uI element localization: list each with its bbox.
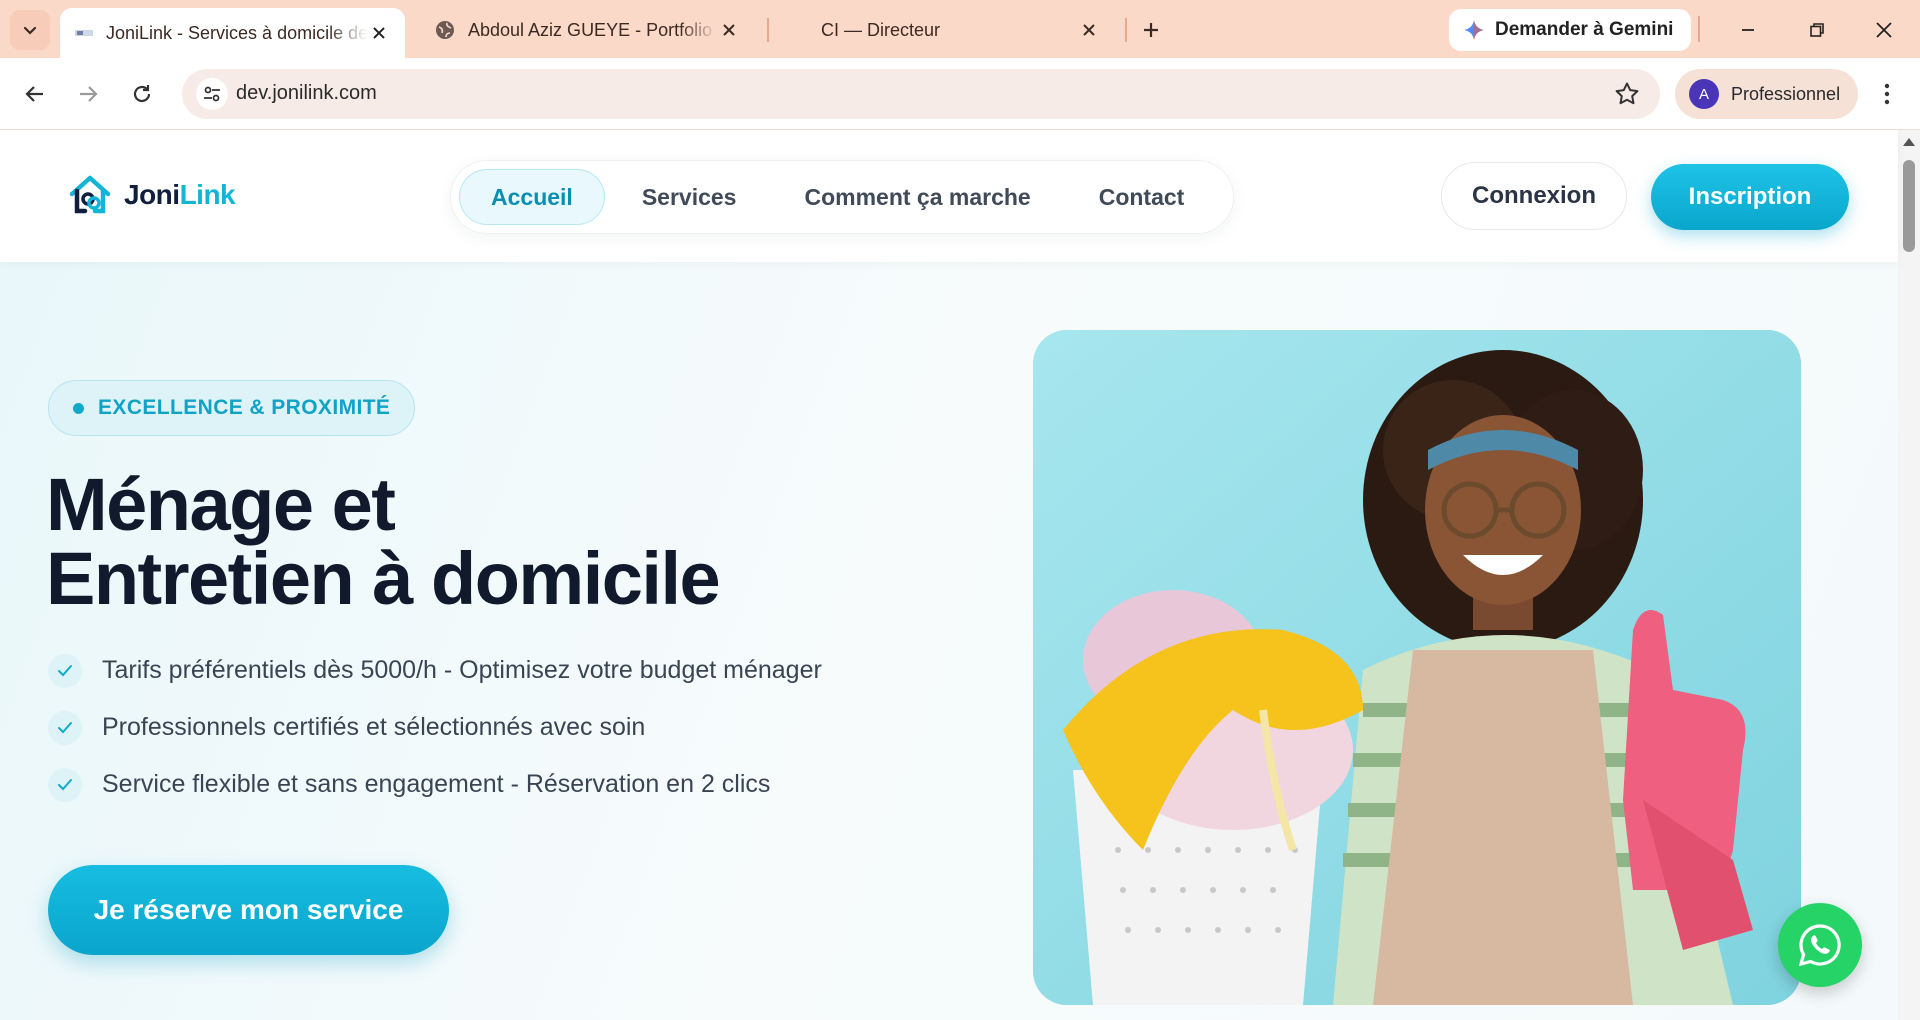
feature-list: Tarifs préférentiels dès 5000/h - Optimi… bbox=[48, 642, 822, 813]
login-button[interactable]: Connexion bbox=[1441, 162, 1627, 230]
chevron-down-icon bbox=[23, 26, 37, 35]
tab-search-button[interactable] bbox=[10, 10, 50, 50]
site-favicon-icon bbox=[75, 30, 93, 36]
new-tab-button[interactable] bbox=[1133, 12, 1169, 48]
tab-separator bbox=[767, 18, 769, 42]
feature-text: Professionnels certifiés et sélectionnés… bbox=[102, 713, 646, 741]
tab-jonilink[interactable]: JoniLink - Services à domicile de bbox=[60, 8, 405, 58]
scroll-thumb[interactable] bbox=[1903, 160, 1915, 252]
nav-item-comment-ca-marche[interactable]: Comment ça marche bbox=[773, 169, 1061, 225]
site-settings-button[interactable] bbox=[196, 78, 228, 110]
tab-title: Abdoul Aziz GUEYE - Portfolio P bbox=[468, 19, 717, 40]
close-icon bbox=[373, 27, 385, 39]
browser-toolbar: dev.jonilink.com A Professionnel bbox=[0, 58, 1920, 130]
nav-item-services[interactable]: Services bbox=[611, 169, 768, 225]
hero-title-line1: Ménage et bbox=[46, 463, 396, 546]
close-window-button[interactable] bbox=[1864, 12, 1904, 48]
site-settings-icon bbox=[204, 86, 220, 102]
hero-badge: EXCELLENCE & PROXIMITÉ bbox=[48, 380, 416, 436]
hero-title: Ménage et Entretien à domicile bbox=[46, 463, 721, 620]
globe-icon bbox=[436, 21, 454, 39]
check-icon bbox=[48, 767, 82, 802]
reload-button[interactable] bbox=[122, 74, 162, 114]
book-service-button[interactable]: Je réserve mon service bbox=[48, 865, 449, 955]
site-logo[interactable]: JoniLink bbox=[68, 174, 236, 216]
gemini-button[interactable]: Demander à Gemini bbox=[1449, 9, 1692, 51]
address-bar[interactable]: dev.jonilink.com bbox=[182, 69, 1660, 119]
close-icon bbox=[723, 24, 735, 36]
nav-item-contact[interactable]: Contact bbox=[1068, 169, 1216, 225]
hero-image bbox=[1033, 330, 1801, 1005]
gemini-label: Demander à Gemini bbox=[1495, 19, 1674, 40]
cleaning-woman-illustration bbox=[1033, 330, 1801, 1005]
badge-label: EXCELLENCE & PROXIMITÉ bbox=[98, 396, 391, 419]
feature-text: Service flexible et sans engagement - Ré… bbox=[102, 770, 771, 798]
minimize-icon bbox=[1742, 29, 1754, 31]
tab-title: JoniLink - Services à domicile de bbox=[106, 22, 367, 43]
star-icon[interactable] bbox=[1614, 81, 1640, 107]
check-icon bbox=[48, 710, 82, 745]
feature-text: Tarifs préférentiels dès 5000/h - Optimi… bbox=[102, 656, 822, 684]
gemini-sparkle-icon bbox=[1464, 20, 1484, 40]
logo-text-link: Link bbox=[179, 179, 236, 210]
reload-icon bbox=[133, 85, 151, 103]
tab-ci-directeur[interactable]: CI — Directeur bbox=[775, 10, 1115, 50]
plus-icon bbox=[1144, 23, 1158, 37]
tab-portfolio[interactable]: Abdoul Aziz GUEYE - Portfolio P bbox=[420, 10, 755, 50]
url-text: dev.jonilink.com bbox=[236, 82, 377, 104]
close-icon bbox=[1876, 22, 1892, 38]
list-item: Service flexible et sans engagement - Ré… bbox=[48, 756, 822, 813]
tab-separator bbox=[1125, 18, 1127, 42]
list-item: Professionnels certifiés et sélectionnés… bbox=[48, 699, 822, 756]
logo-text-joni: Joni bbox=[124, 179, 180, 210]
close-tab-button[interactable] bbox=[1077, 18, 1101, 42]
nav-item-accueil[interactable]: Accueil bbox=[459, 169, 605, 225]
tab-title: CI — Directeur bbox=[821, 19, 941, 40]
jonilink-logo-icon bbox=[69, 175, 111, 214]
close-tab-button[interactable] bbox=[367, 21, 391, 45]
tab-separator bbox=[1698, 16, 1700, 42]
back-button[interactable] bbox=[15, 74, 55, 114]
main-nav: Accueil Services Comment ça marche Conta… bbox=[450, 160, 1234, 234]
kebab-icon bbox=[1884, 83, 1890, 105]
browser-tab-strip: JoniLink - Services à domicile de Abdoul… bbox=[0, 0, 1920, 58]
close-tab-button[interactable] bbox=[717, 18, 741, 42]
whatsapp-button[interactable] bbox=[1778, 903, 1862, 987]
hero-title-line2: Entretien à domicile bbox=[46, 537, 721, 620]
whatsapp-icon bbox=[1798, 924, 1841, 967]
back-icon bbox=[25, 86, 43, 102]
scroll-up-arrow[interactable] bbox=[1903, 138, 1915, 146]
restore-button[interactable] bbox=[1797, 12, 1837, 48]
logo-text: JoniLink bbox=[124, 179, 236, 211]
minimize-button[interactable] bbox=[1728, 12, 1768, 48]
profile-label: Professionnel bbox=[1731, 83, 1841, 104]
close-icon bbox=[1083, 24, 1095, 36]
restore-icon bbox=[1810, 23, 1824, 37]
site-header: JoniLink Accueil Services Comment ça mar… bbox=[0, 130, 1898, 262]
list-item: Tarifs préférentiels dès 5000/h - Optimi… bbox=[48, 642, 822, 699]
browser-menu-button[interactable] bbox=[1872, 76, 1902, 112]
profile-button[interactable]: A Professionnel bbox=[1675, 69, 1859, 119]
avatar: A bbox=[1689, 79, 1719, 109]
signup-button[interactable]: Inscription bbox=[1651, 164, 1849, 230]
page-scrollbar[interactable] bbox=[1898, 130, 1920, 1020]
check-icon bbox=[48, 653, 82, 688]
forward-icon bbox=[80, 86, 98, 102]
badge-dot bbox=[73, 402, 84, 414]
page-viewport: JoniLink Accueil Services Comment ça mar… bbox=[0, 130, 1920, 1020]
forward-button[interactable] bbox=[68, 74, 108, 114]
